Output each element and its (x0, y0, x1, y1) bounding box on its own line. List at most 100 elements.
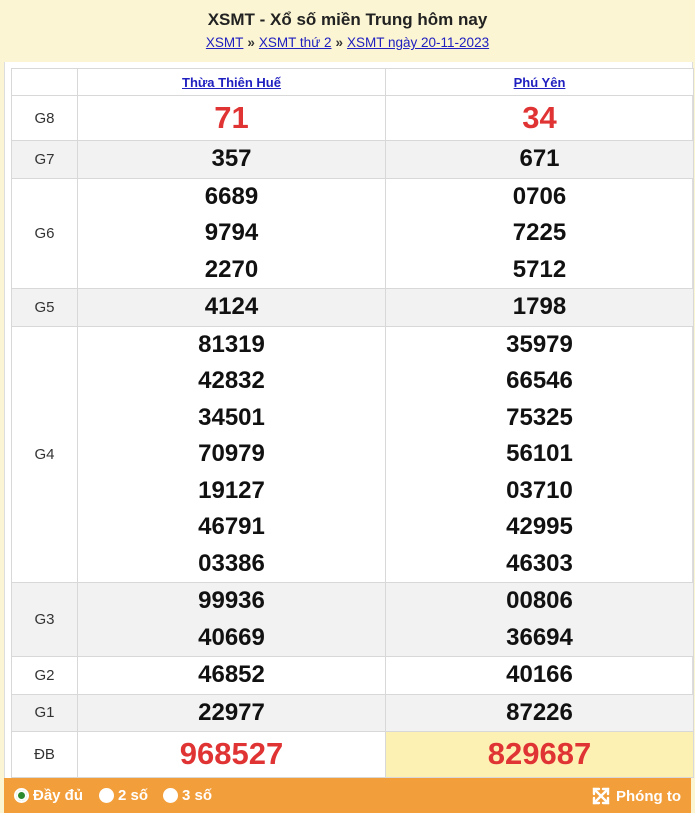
table-header-row: Thừa Thiên Huế Phú Yên (11, 68, 694, 96)
result-cell: 71 (77, 95, 386, 141)
radio-icon[interactable] (99, 788, 114, 803)
results-table: Thừa Thiên Huế Phú Yên G8 71 34 G7 357 671 G6 6… (11, 68, 694, 778)
radio-icon[interactable] (163, 788, 178, 803)
province-header: Phú Yên (385, 68, 694, 96)
prize-label: G4 (11, 325, 78, 583)
prize-row: G2 46852 40166 (11, 656, 694, 695)
result-number: 56101 (506, 440, 573, 467)
prize-row: G6 6689 9794 2270 0706 7225 5712 (11, 177, 694, 289)
breadcrumb-separator: » (247, 35, 255, 50)
result-cell: 46852 (77, 656, 386, 695)
result-number: 00806 (506, 587, 573, 614)
results-panel: Thừa Thiên Huế Phú Yên G8 71 34 G7 357 671 G6 6… (4, 62, 694, 778)
prize-row: G1 22977 87226 (11, 693, 694, 732)
breadcrumb-xsmt-monday[interactable]: XSMT thứ 2 (259, 35, 332, 50)
result-number: 1798 (512, 293, 567, 320)
result-cell: 968527 (77, 731, 386, 778)
result-cell: 357 (77, 140, 386, 179)
province-link-phu-yen[interactable]: Phú Yên (514, 75, 566, 90)
zoom-button[interactable]: Phóng to (591, 786, 681, 806)
result-number: 671 (519, 145, 560, 172)
result-cell: 35979 66546 75325 56101 03710 42995 46303 (385, 325, 694, 583)
breadcrumb-separator: » (335, 35, 343, 50)
result-number: 66546 (506, 367, 573, 394)
result-number: 71 (214, 99, 249, 135)
result-cell: 81319 42832 34501 70979 19127 46791 03386 (77, 325, 386, 583)
breadcrumb-xsmt-date[interactable]: XSMT ngày 20-11-2023 (347, 35, 489, 50)
result-cell: 87226 (385, 693, 694, 732)
prize-label: ĐB (11, 731, 78, 778)
result-number: 70979 (198, 440, 265, 467)
result-number: 42995 (506, 513, 573, 540)
result-number: 40166 (506, 661, 573, 688)
option-2-label: 2 số (118, 787, 149, 804)
result-cell: 00806 36694 (385, 582, 694, 657)
page: XSMT - Xổ số miền Trung hôm nay XSMT» XSM… (0, 0, 695, 813)
result-number: 2270 (204, 255, 259, 283)
prize-row: G5 4124 1798 (11, 288, 694, 327)
prize-row: ĐB 968527 829687 (11, 731, 694, 778)
page-title: XSMT - Xổ số miền Trung hôm nay (207, 10, 488, 29)
result-number: 968527 (179, 736, 284, 772)
prize-label: G2 (11, 656, 78, 695)
prize-label: G6 (11, 177, 78, 289)
result-number: 75325 (506, 403, 573, 431)
result-number: 0706 (512, 182, 567, 210)
result-cell: 829687 (385, 731, 694, 778)
footer-toolbar: Đầy đủ 2 số 3 số Phóng to (4, 778, 691, 813)
result-number: 829687 (487, 736, 592, 772)
empty-header-cell (11, 68, 78, 96)
result-cell: 22977 (77, 693, 386, 732)
result-cell: 6689 9794 2270 (77, 177, 386, 289)
result-number: 42832 (198, 367, 265, 394)
result-cell: 1798 (385, 288, 694, 327)
result-number: 19127 (198, 476, 265, 504)
result-number: 81319 (198, 330, 265, 358)
prize-row: G8 71 34 (11, 95, 694, 141)
expand-icon (592, 787, 610, 805)
option-full-label: Đầy đủ (33, 787, 84, 804)
option-full[interactable]: Đầy đủ (14, 787, 83, 804)
option-3-digits[interactable]: 3 số (163, 787, 212, 804)
result-number: 357 (211, 145, 252, 172)
result-number: 46852 (198, 661, 265, 688)
result-number: 46791 (198, 513, 265, 540)
breadcrumb: XSMT» XSMT thứ 2» XSMT ngày 20-11-2023 (4, 35, 691, 50)
result-number: 7225 (512, 219, 567, 246)
prize-label: G5 (11, 288, 78, 327)
result-number: 34 (522, 99, 557, 135)
prize-row: G4 81319 42832 34501 70979 19127 46791 03386 359… (11, 325, 694, 583)
result-number: 34501 (198, 403, 265, 431)
zoom-label: Phóng to (616, 787, 681, 805)
result-number: 03710 (506, 476, 573, 504)
result-number: 03386 (198, 549, 265, 577)
prize-label: G1 (11, 693, 78, 732)
result-number: 35979 (506, 330, 573, 358)
result-cell: 0706 7225 5712 (385, 177, 694, 289)
result-number: 22977 (198, 698, 265, 726)
result-number: 5712 (512, 255, 567, 283)
result-number: 36694 (506, 623, 573, 651)
result-number: 4124 (204, 293, 259, 320)
result-number: 87226 (506, 698, 573, 726)
option-2-digits[interactable]: 2 số (99, 787, 148, 804)
province-link-hue[interactable]: Thừa Thiên Huế (182, 75, 281, 90)
result-cell: 4124 (77, 288, 386, 327)
option-3-label: 3 số (182, 787, 213, 804)
province-header: Thừa Thiên Huế (77, 68, 386, 96)
result-number: 40669 (198, 623, 265, 651)
result-cell: 40166 (385, 656, 694, 695)
results-header: XSMT - Xổ số miền Trung hôm nay XSMT» XSM… (4, 0, 691, 62)
result-cell: 34 (385, 95, 694, 141)
result-number: 46303 (506, 549, 573, 577)
breadcrumb-xsmt[interactable]: XSMT (206, 35, 244, 50)
prize-label: G8 (11, 95, 78, 141)
prize-label: G7 (11, 140, 78, 179)
result-cell: 99936 40669 (77, 582, 386, 657)
result-number: 6689 (204, 182, 259, 210)
radio-selected-icon[interactable] (14, 788, 29, 803)
prize-row: G7 357 671 (11, 140, 694, 179)
prize-row: G3 99936 40669 00806 36694 (11, 582, 694, 657)
result-number: 99936 (198, 587, 265, 614)
prize-label: G3 (11, 582, 78, 657)
